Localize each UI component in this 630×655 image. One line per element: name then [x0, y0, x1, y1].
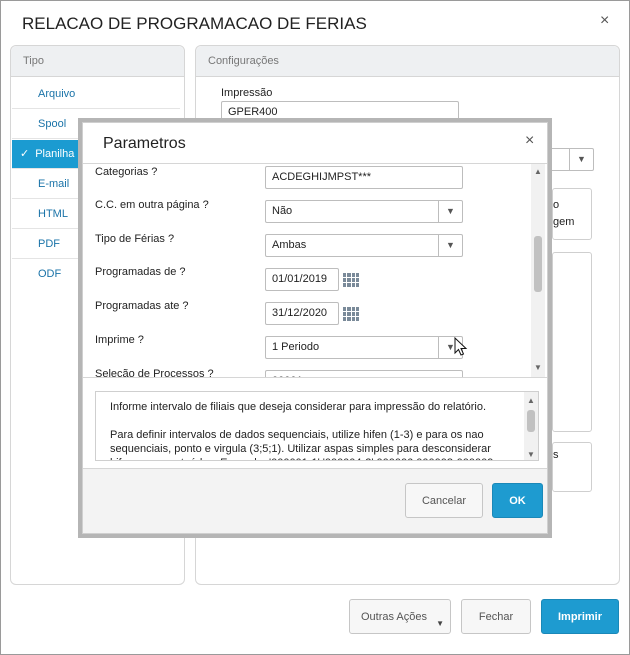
imprime-select[interactable]: 1 Periodo ▼ [265, 336, 463, 359]
check-icon: ✓ [20, 148, 30, 160]
tipo-item-label: Spool [38, 118, 67, 130]
tipo-header: Tipo [11, 46, 184, 77]
cancelar-label: Cancelar [421, 495, 467, 507]
partial-text: gem [553, 216, 575, 228]
tipo-item-arquivo[interactable]: Arquivo [12, 80, 180, 109]
help-text: Para definir intervalos de dados sequenc… [110, 429, 493, 460]
impressao-label: Impressão [221, 87, 273, 99]
parameters-list: Categorias ? ACDEGHIJMPST*** C.C. em out… [83, 163, 547, 378]
ok-label: OK [509, 495, 526, 507]
programadas-de-input[interactable]: 01/01/2019 [265, 268, 339, 291]
scroll-up-icon[interactable]: ▲ [527, 394, 535, 408]
param-label-processos: Seleção de Processos ? [95, 368, 214, 378]
help-text-box: Informe intervalo de filiais que deseja … [95, 391, 539, 461]
ok-button[interactable]: OK [492, 483, 543, 518]
config-box-behind: o gem [552, 188, 592, 240]
partial-text: s [553, 449, 559, 461]
chevron-down-icon: ▼ [438, 235, 462, 256]
cc-outra-pagina-select[interactable]: Não ▼ [265, 200, 463, 223]
param-label-programadas-ate: Programadas ate ? [95, 300, 189, 312]
processos-input[interactable]: 00001 [265, 370, 463, 377]
scroll-thumb[interactable] [534, 236, 542, 292]
modal-footer: Cancelar OK [83, 468, 547, 533]
scroll-down-icon[interactable]: ▼ [527, 448, 535, 460]
cancelar-button[interactable]: Cancelar [405, 483, 483, 518]
param-label-tipo-ferias: Tipo de Férias ? [95, 233, 175, 245]
config-box-behind-2 [552, 252, 592, 432]
fechar-button[interactable]: Fechar [461, 599, 531, 634]
scroll-thumb[interactable] [527, 410, 535, 432]
param-label-programadas-de: Programadas de ? [95, 266, 186, 278]
scroll-up-icon[interactable]: ▲ [534, 167, 542, 176]
categorias-input[interactable]: ACDEGHIJMPST*** [265, 166, 463, 189]
outras-acoes-label: Outras Ações [360, 611, 428, 623]
help-scrollbar[interactable]: ▲ ▼ [524, 392, 538, 460]
tipo-ferias-select[interactable]: Ambas ▼ [265, 234, 463, 257]
chevron-down-icon: ▼ [438, 201, 462, 222]
tipo-item-label: HTML [38, 208, 68, 220]
parameters-scrollbar[interactable]: ▲ ▼ [531, 164, 545, 377]
help-text: Informe intervalo de filiais que deseja … [110, 401, 487, 413]
param-label-imprime: Imprime ? [95, 334, 144, 346]
scroll-down-icon[interactable]: ▼ [534, 363, 542, 372]
chevron-down-icon: ▼ [569, 149, 593, 170]
tipo-item-label: E-mail [38, 178, 70, 190]
outras-acoes-button[interactable]: Outras Ações ▼ [349, 599, 451, 634]
select-value: Não [272, 205, 293, 217]
param-label-cc: C.C. em outra página ? [95, 199, 209, 211]
window-close-icon[interactable]: × [600, 12, 609, 30]
window-title: RELACAO DE PROGRAMACAO DE FERIAS [22, 14, 367, 33]
config-select-behind[interactable]: ▼ [550, 148, 594, 171]
tipo-item-label: Arquivo [38, 88, 76, 100]
parametros-modal: Parametros × Categorias ? ACDEGHIJMPST**… [82, 122, 548, 534]
caret-down-icon: ▼ [436, 619, 444, 628]
tipo-item-label: PDF [38, 238, 60, 250]
tipo-item-label: ODF [38, 268, 62, 280]
config-box-behind-3: s [552, 442, 592, 492]
imprimir-button[interactable]: Imprimir [541, 599, 619, 634]
param-label-categorias: Categorias ? [95, 166, 158, 178]
calendar-icon[interactable] [343, 307, 359, 321]
partial-text: o [553, 199, 560, 211]
select-value: Ambas [272, 239, 307, 251]
modal-title: Parametros [103, 135, 186, 152]
config-header: Configurações [196, 46, 619, 77]
imprimir-label: Imprimir [557, 611, 602, 623]
mouse-cursor-icon [454, 337, 468, 356]
programadas-ate-input[interactable]: 31/12/2020 [265, 302, 339, 325]
tipo-item-label: Planilha [35, 148, 75, 160]
calendar-icon[interactable] [343, 273, 359, 287]
modal-close-icon[interactable]: × [525, 132, 534, 150]
select-value: 1 Periodo [272, 341, 320, 353]
fechar-label: Fechar [478, 611, 514, 623]
